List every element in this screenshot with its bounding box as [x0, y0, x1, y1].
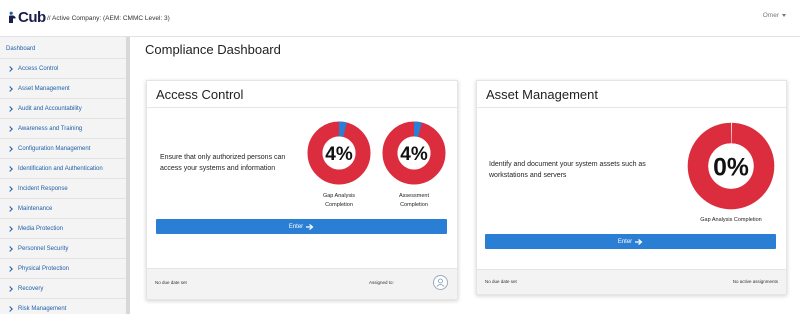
- sidebar-item-configuration-management[interactable]: Configuration Management: [0, 138, 126, 158]
- gauge-label: Gap Analysis Completion: [322, 193, 356, 208]
- gap-analysis-gauge: 4% Gap Analysis Completion: [307, 121, 371, 210]
- gauge-percent: 4%: [400, 144, 428, 165]
- gap-analysis-donut: 0%: [687, 122, 775, 210]
- sidebar-item-asset-management[interactable]: Asset Management: [0, 78, 126, 98]
- due-date-text: No due date set: [155, 280, 187, 285]
- card-access-control: Access Control Ensure that only authoriz…: [146, 80, 458, 300]
- logo-text: Cub: [18, 9, 46, 26]
- sidebar-item-label: Configuration Management: [18, 145, 91, 152]
- sidebar-item-label: Access Control: [18, 65, 59, 72]
- gap-analysis-donut: 4%: [307, 121, 371, 185]
- card-footer: No due date set Assigned to:: [147, 268, 457, 299]
- sidebar-item-label: Audit and Accountability: [18, 105, 82, 112]
- sidebar-item-label: Personnel Security: [18, 245, 69, 252]
- gauge-label: Assessment Completion: [399, 193, 429, 208]
- user-name: Omer: [762, 12, 779, 19]
- sidebar-item-label: Awareness and Training: [18, 125, 83, 132]
- assigned-to-label: Assigned to:: [369, 280, 394, 285]
- card-description: Ensure that only authorized persons can …: [160, 154, 286, 172]
- sidebar-item-label: Incident Response: [18, 185, 68, 192]
- gauge-label: Gap Analysis Completion: [700, 217, 762, 223]
- arrow-right-icon: [306, 223, 314, 230]
- card-title: Asset Management: [477, 81, 786, 108]
- sidebar-item-dashboard[interactable]: Dashboard: [0, 37, 126, 58]
- active-company-label: // Active Company: (AEM: CMMC Level: 3): [47, 15, 170, 22]
- chevron-right-icon: [7, 245, 13, 252]
- chevron-right-icon: [7, 105, 13, 112]
- chevron-right-icon: [7, 125, 13, 132]
- caret-down-icon: [782, 13, 786, 17]
- gap-analysis-gauge: 0% Gap Analysis Completion: [687, 122, 775, 225]
- sidebar-item-identification-and-authentication[interactable]: Identification and Authentication: [0, 158, 126, 178]
- sidebar-item-physical-protection[interactable]: Physical Protection: [0, 258, 126, 278]
- assessment-donut: 4%: [382, 121, 446, 185]
- chevron-right-icon: [7, 85, 13, 92]
- chevron-right-icon: [7, 305, 13, 312]
- cub-logo-icon: [8, 11, 17, 24]
- card-description: Identify and document your system assets…: [489, 161, 646, 179]
- enter-button[interactable]: Enter: [485, 234, 776, 249]
- chevron-right-icon: [7, 65, 13, 72]
- arrow-right-icon: [635, 238, 643, 245]
- chevron-right-icon: [7, 165, 13, 172]
- sidebar: Dashboard Access Control Asset Management…: [0, 37, 130, 314]
- chevron-right-icon: [7, 225, 13, 232]
- sidebar-item-access-control[interactable]: Access Control: [0, 58, 126, 78]
- sidebar-item-label: Media Protection: [18, 225, 64, 232]
- due-date-text: No due date set: [485, 279, 517, 284]
- top-bar: Cub // Active Company: (AEM: CMMC Level:…: [0, 0, 800, 37]
- sidebar-list: Access Control Asset Management Audit and …: [0, 58, 126, 318]
- assignments-status: No active assignments: [732, 279, 778, 284]
- sidebar-item-risk-management[interactable]: Risk Management: [0, 298, 126, 318]
- sidebar-item-label: Identification and Authentication: [18, 165, 103, 172]
- chevron-right-icon: [7, 265, 13, 272]
- page-title: Compliance Dashboard: [145, 42, 281, 57]
- sidebar-item-maintenance[interactable]: Maintenance: [0, 198, 126, 218]
- chevron-right-icon: [7, 185, 13, 192]
- chevron-right-icon: [7, 145, 13, 152]
- sidebar-item-label: Recovery: [18, 285, 44, 292]
- sidebar-item-label: Risk Management: [18, 305, 67, 312]
- gauge-percent: 0%: [713, 155, 749, 182]
- card-title: Access Control: [147, 81, 457, 108]
- sidebar-item-media-protection[interactable]: Media Protection: [0, 218, 126, 238]
- chevron-right-icon: [7, 285, 13, 292]
- enter-button-label: Enter: [617, 238, 633, 245]
- assessment-gauge: 4% Assessment Completion: [382, 121, 446, 210]
- sidebar-item-label: Maintenance: [18, 205, 53, 212]
- sidebar-item-label: Asset Management: [18, 85, 70, 92]
- enter-button[interactable]: Enter: [156, 219, 447, 234]
- card-asset-management: Asset Management Identify and document y…: [476, 80, 787, 295]
- sidebar-item-awareness-and-training[interactable]: Awareness and Training: [0, 118, 126, 138]
- card-footer: No due date set No active assignments: [477, 269, 786, 294]
- chevron-right-icon: [7, 205, 13, 212]
- gauge-percent: 4%: [325, 144, 353, 165]
- sidebar-item-incident-response[interactable]: Incident Response: [0, 178, 126, 198]
- user-menu[interactable]: Omer: [763, 12, 786, 19]
- brand-logo[interactable]: Cub: [8, 9, 46, 26]
- sidebar-item-personnel-security[interactable]: Personnel Security: [0, 238, 126, 258]
- enter-button-label: Enter: [288, 223, 304, 230]
- sidebar-item-recovery[interactable]: Recovery: [0, 278, 126, 298]
- user-avatar-icon[interactable]: [433, 275, 448, 290]
- sidebar-item-audit-and-accountability[interactable]: Audit and Accountability: [0, 98, 126, 118]
- sidebar-item-label: Physical Protection: [18, 265, 70, 272]
